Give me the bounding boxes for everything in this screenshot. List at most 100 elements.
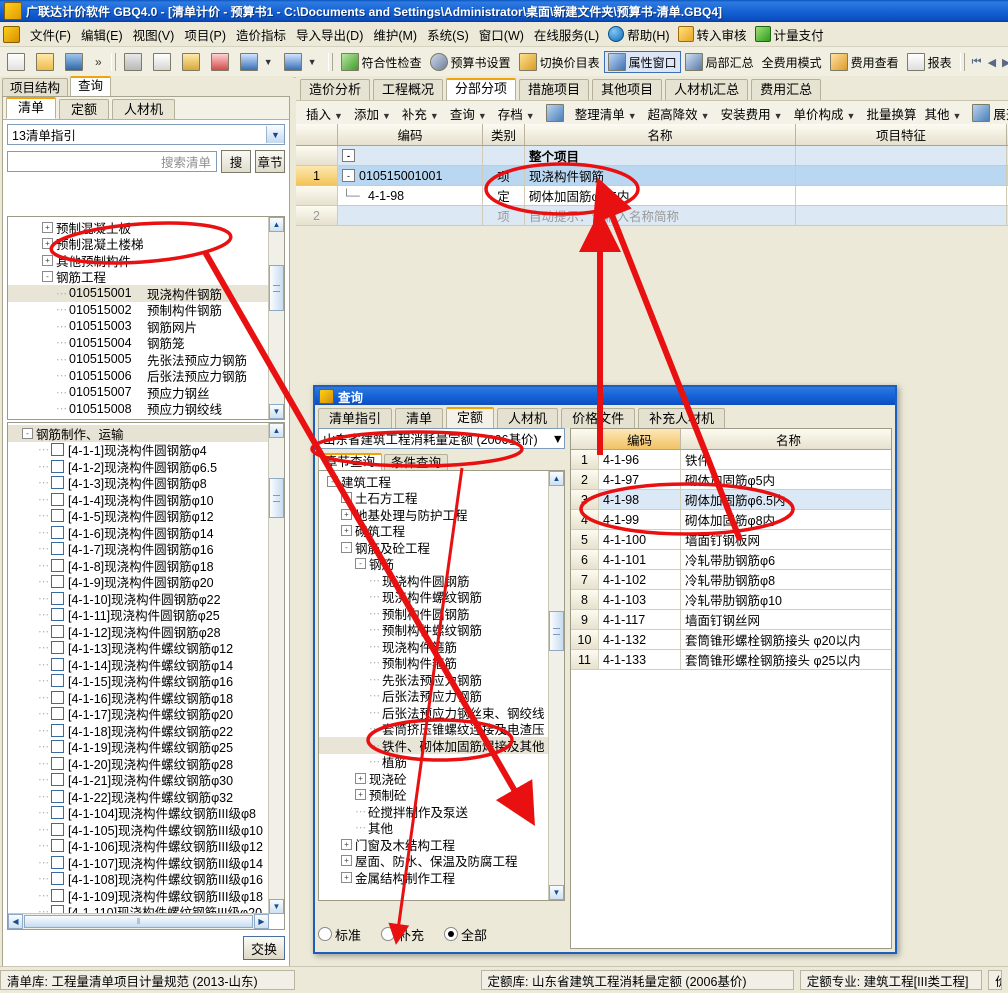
quota-tree-item[interactable]: ⋯[4-1-1]现浇构件圆钢筋φ4 xyxy=(8,442,269,459)
bill-tree-node[interactable]: ⋯010515007预应力钢丝 xyxy=(8,384,269,401)
main-tab[interactable]: 费用汇总 xyxy=(751,79,821,100)
table-row[interactable]: └─4-1-98定砌体加固筋φ6.5内t xyxy=(296,186,1008,206)
dialog-library-select[interactable]: 山东省建筑工程消耗量定额 (2006基价) ▼ xyxy=(318,428,565,449)
bill-tree-node[interactable]: -钢筋工程 xyxy=(8,269,269,286)
menu-item-edit[interactable]: 编辑(E) xyxy=(76,23,128,46)
report-button[interactable]: 报表 xyxy=(903,51,956,73)
nav-prev-button[interactable]: ◀ xyxy=(985,56,999,69)
search-input[interactable]: 搜索清单 xyxy=(7,151,217,172)
bill-tree-node[interactable]: ⋯010515001现浇构件钢筋 xyxy=(8,285,269,302)
command-安装费用[interactable]: 安装费用▼ xyxy=(717,102,790,125)
quota-tree-item[interactable]: ⋯[4-1-22]现浇构件螺纹钢筋φ32 xyxy=(8,788,269,805)
menu-item-audit[interactable]: 转入审核 xyxy=(674,23,751,46)
quota-tree-item[interactable]: ⋯[4-1-8]现浇构件圆钢筋φ18 xyxy=(8,557,269,574)
bill-tree-node[interactable]: ⋯010515006后张法预应力钢筋 xyxy=(8,368,269,385)
chevron-down-icon[interactable]: ▼ xyxy=(475,111,490,121)
hscroll-thumb[interactable]: ⦀ xyxy=(24,915,253,928)
switch-price-table-button[interactable]: 切换价目表 xyxy=(515,51,604,73)
quota-tree-hscrollbar[interactable]: ◀ ⦀ ▶ xyxy=(8,913,269,929)
quota-tree-item[interactable]: ⋯[4-1-10]现浇构件圆钢筋φ22 xyxy=(8,590,269,607)
quota-tree-item[interactable]: ⋯[4-1-105]现浇构件螺纹钢筋III级φ10 xyxy=(8,821,269,838)
open-button[interactable] xyxy=(32,51,61,73)
bill-tree-node[interactable]: ⋯010515008预应力钢绞线 xyxy=(8,401,269,418)
tree-toggle-icon[interactable]: + xyxy=(341,872,352,883)
command-展开到[interactable]: 展开到▼ xyxy=(968,102,1008,125)
dialog-tree-node[interactable]: +地基处理与防护工程 xyxy=(319,506,549,523)
dialog-row-code[interactable]: 4-1-96 xyxy=(599,450,681,469)
undo-button[interactable]: ▼ xyxy=(236,51,280,73)
quota-item-checkbox[interactable] xyxy=(51,790,64,803)
bill-tree-node[interactable]: ⋯010515005先张法预应力钢筋 xyxy=(8,351,269,368)
quota-tree-item[interactable]: ⋯[4-1-2]现浇构件圆钢筋φ6.5 xyxy=(8,458,269,475)
tree-toggle-icon[interactable]: + xyxy=(341,509,352,520)
dialog-row-name[interactable]: 冷轧带肋钢筋φ6 xyxy=(681,550,891,569)
copy-button[interactable] xyxy=(149,51,178,73)
quota-tree-item[interactable]: ⋯[4-1-21]现浇构件螺纹钢筋φ30 xyxy=(8,772,269,789)
dialog-row-name[interactable]: 砌体加固筋φ6.5内 xyxy=(681,490,891,509)
chevron-down-icon[interactable]: ▼ xyxy=(698,111,713,121)
chevron-down-icon[interactable]: ▼ xyxy=(379,111,394,121)
chevron-down-icon[interactable]: ▼ xyxy=(771,111,786,121)
dialog-table-row[interactable]: 44-1-99砌体加固筋φ8内t59 xyxy=(571,510,891,530)
quota-tree-item[interactable]: ⋯[4-1-13]现浇构件螺纹钢筋φ12 xyxy=(8,640,269,657)
dialog-row-name[interactable]: 套筒锥形螺栓钢筋接头 φ20以内 xyxy=(681,630,891,649)
quota-item-checkbox[interactable] xyxy=(51,509,64,522)
dialog-tree-node[interactable]: +屋面、防水、保温及防腐工程 xyxy=(319,853,549,870)
search-button[interactable]: 搜 xyxy=(221,150,251,173)
bill-tree[interactable]: +预制混凝土板+预制混凝土楼梯+其他预制构件-钢筋工程⋯010515001现浇构… xyxy=(8,217,269,419)
quota-item-checkbox[interactable] xyxy=(51,608,64,621)
dialog-tree-node[interactable]: ⋯预制构件螺纹钢筋 xyxy=(319,622,549,639)
chevron-down-icon[interactable]: ▼ xyxy=(949,111,964,121)
tree-toggle-icon[interactable]: + xyxy=(42,255,53,266)
bill-tree-scrollbar[interactable]: ▲ ▼ xyxy=(268,217,284,419)
dialog-tree-node[interactable]: ⋯砼搅拌制作及泵送 xyxy=(319,803,549,820)
dialog-table-row[interactable]: 14-1-96铁件t81 xyxy=(571,450,891,470)
save-button[interactable] xyxy=(61,51,90,73)
subtab-bill[interactable]: 清单 xyxy=(6,97,56,119)
quota-tree-item[interactable]: ⋯[4-1-7]现浇构件圆钢筋φ16 xyxy=(8,541,269,558)
dialog-chapter-tree[interactable]: -建筑工程+土石方工程+地基处理与防护工程+砌筑工程-钢筋及砼工程-钢筋⋯现浇构… xyxy=(319,471,549,900)
dialog-row-name[interactable]: 冷轧带肋钢筋φ10 xyxy=(681,590,891,609)
dialog-tree-node[interactable]: ⋯现浇构件圆钢筋 xyxy=(319,572,549,589)
quota-tree-item[interactable]: ⋯[4-1-18]现浇构件螺纹钢筋φ22 xyxy=(8,722,269,739)
quota-tree-item[interactable]: ⋯[4-1-14]现浇构件螺纹钢筋φ14 xyxy=(8,656,269,673)
chevron-down-icon[interactable]: ▼ xyxy=(266,126,284,143)
scroll-up-icon-2[interactable]: ▲ xyxy=(269,423,284,438)
row-name[interactable]: 自动提示：请输入名称简称 xyxy=(525,206,796,225)
dialog-tree-node[interactable]: ⋯铁件、砌体加固筋焊接及其他 xyxy=(319,737,549,754)
grid-header-code[interactable]: 编码 xyxy=(338,124,483,145)
table-row[interactable]: -整个项目 xyxy=(296,146,1008,166)
dialog-row-code[interactable]: 4-1-97 xyxy=(599,470,681,489)
dialog-tree-node[interactable]: -钢筋及砼工程 xyxy=(319,539,549,556)
tree-toggle-icon[interactable]: - xyxy=(355,558,366,569)
dialog-row-code[interactable]: 4-1-133 xyxy=(599,650,681,669)
dialog-tree-node[interactable]: ⋯后张法预应力钢丝束、钢绞线 xyxy=(319,704,549,721)
quota-tree-item[interactable]: ⋯[4-1-3]现浇构件圆钢筋φ8 xyxy=(8,475,269,492)
quota-tree-scrollbar[interactable]: ▲ ▼ xyxy=(268,423,284,914)
menu-item-import-export[interactable]: 导入导出(D) xyxy=(291,23,368,46)
quota-item-checkbox[interactable] xyxy=(51,691,64,704)
scroll-thumb-2[interactable] xyxy=(269,478,284,518)
chevron-down-icon[interactable]: ▼ xyxy=(625,111,640,121)
dialog-row-code[interactable]: 4-1-132 xyxy=(599,630,681,649)
command-整理清单[interactable]: 整理清单▼ xyxy=(571,102,644,125)
bill-tree-node[interactable]: ⋯010515002预制构件钢筋 xyxy=(8,302,269,319)
quota-tree-item[interactable]: ⋯[4-1-20]现浇构件螺纹钢筋φ28 xyxy=(8,755,269,772)
quota-item-checkbox[interactable] xyxy=(51,674,64,687)
command-binoculars-icon[interactable] xyxy=(542,102,571,124)
row-feature[interactable] xyxy=(796,186,1007,205)
chapter-button[interactable]: 章节 xyxy=(255,150,285,173)
row-code-cell[interactable]: └─4-1-98 xyxy=(338,186,483,205)
command-超高降效[interactable]: 超高降效▼ xyxy=(644,102,717,125)
quota-tree-item[interactable]: ⋯[4-1-106]现浇构件螺纹钢筋III级φ12 xyxy=(8,838,269,855)
row-kind[interactable]: 定 xyxy=(483,186,525,205)
tree-toggle-icon[interactable]: + xyxy=(42,238,53,249)
menu-item-online-service[interactable]: 在线服务(L) xyxy=(529,23,604,46)
bill-tree-node[interactable]: ⋯010515004钢筋笼 xyxy=(8,335,269,352)
menu-item-payment[interactable]: 计量支付 xyxy=(751,23,828,46)
main-tab[interactable]: 造价分析 xyxy=(300,79,370,100)
bill-tree-node[interactable]: ⋯010515003钢筋网片 xyxy=(8,318,269,335)
chevron-down-icon[interactable]: ▼ xyxy=(523,111,538,121)
command-存档[interactable]: 存档▼ xyxy=(494,102,542,125)
table-row[interactable]: 1-010515001001项现浇构件钢筋t xyxy=(296,166,1008,186)
